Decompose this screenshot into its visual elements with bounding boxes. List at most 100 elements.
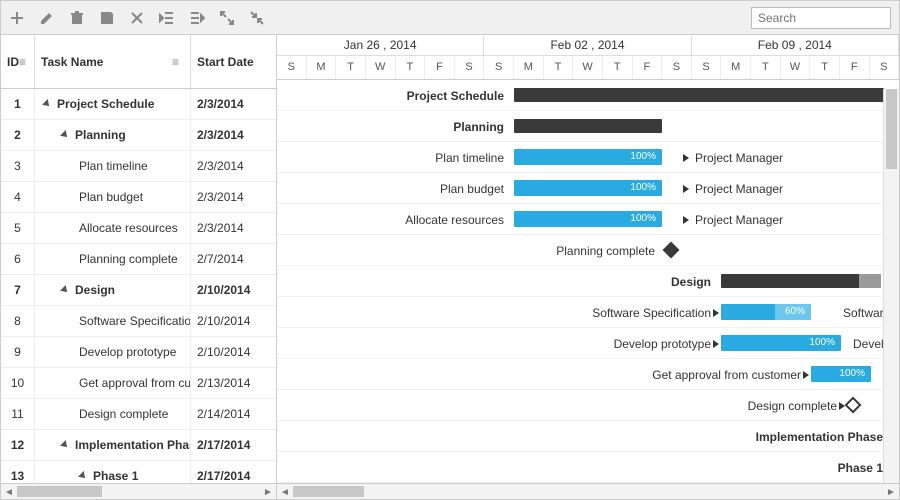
collapse-toggle-icon[interactable] <box>60 285 70 295</box>
table-row[interactable]: 1Project Schedule2/3/2014 <box>1 89 276 120</box>
summary-bar[interactable] <box>514 88 884 102</box>
collapse-icon[interactable] <box>249 10 265 26</box>
table-row[interactable]: 4Plan budget2/3/2014 <box>1 182 276 213</box>
gantt-body: ID ≡ Task Name ≡ Start Date 1Project Sch… <box>1 35 899 483</box>
table-row[interactable]: 6Planning complete2/7/2014 <box>1 244 276 275</box>
chart-row: Phase 1 <box>277 452 899 483</box>
table-row[interactable]: 2Planning2/3/2014 <box>1 120 276 151</box>
cancel-icon[interactable] <box>129 10 145 26</box>
chart-row: Project Schedule <box>277 80 899 111</box>
chart-row: Planning complete <box>277 235 899 266</box>
dependency-arrow-icon <box>683 216 689 224</box>
task-bar[interactable]: 100% <box>811 366 871 382</box>
day-header: F <box>425 56 455 79</box>
menu-icon[interactable]: ≡ <box>19 55 28 69</box>
cell-name: Design complete <box>35 399 191 429</box>
table-row[interactable]: 11Design complete2/14/2014 <box>1 399 276 430</box>
cell-date: 2/3/2014 <box>191 89 275 119</box>
task-bar[interactable]: 100% <box>514 180 662 196</box>
col-date[interactable]: Start Date <box>191 35 275 88</box>
row-label: Allocate resources <box>405 204 504 235</box>
outdent-icon[interactable] <box>159 10 175 26</box>
resource-label: Project Manager <box>695 173 783 204</box>
dependency-arrow-icon <box>683 185 689 193</box>
scroll-right-icon[interactable]: ► <box>260 484 276 500</box>
add-icon[interactable] <box>9 10 25 26</box>
col-name[interactable]: Task Name ≡ <box>35 35 191 88</box>
scroll-left-icon[interactable]: ◄ <box>277 484 293 500</box>
menu-icon[interactable]: ≡ <box>172 55 184 69</box>
task-bar[interactable]: 100% <box>721 335 841 351</box>
chart-row: Plan budget100%Project Manager <box>277 173 899 204</box>
cell-name: Phase 1 <box>35 461 191 483</box>
collapse-toggle-icon[interactable] <box>42 99 52 109</box>
col-id[interactable]: ID ≡ <box>1 35 35 88</box>
dependency-arrow-icon <box>713 309 719 317</box>
row-label: Design <box>671 266 711 297</box>
grid-hscroll[interactable]: ◄ ► <box>1 484 277 499</box>
expand-icon[interactable] <box>219 10 235 26</box>
chart-rows[interactable]: Project SchedulePlanningPlan timeline100… <box>277 80 899 483</box>
save-icon[interactable] <box>99 10 115 26</box>
task-bar[interactable]: 100% <box>514 211 662 227</box>
cell-date: 2/17/2014 <box>191 461 275 483</box>
indent-icon[interactable] <box>189 10 205 26</box>
scroll-thumb[interactable] <box>17 486 102 497</box>
delete-icon[interactable] <box>69 10 85 26</box>
scroll-thumb[interactable] <box>293 486 364 497</box>
scroll-thumb[interactable] <box>886 89 897 169</box>
task-bar[interactable]: 60% <box>721 304 811 320</box>
row-label: Software Specification <box>592 297 711 328</box>
row-label: Develop prototype <box>614 328 711 359</box>
day-header: T <box>544 56 574 79</box>
cell-id: 2 <box>1 120 35 150</box>
collapse-toggle-icon[interactable] <box>60 130 70 140</box>
dependency-arrow-icon <box>713 340 719 348</box>
scroll-right-icon[interactable]: ► <box>883 484 899 500</box>
table-row[interactable]: 5Allocate resources2/3/2014 <box>1 213 276 244</box>
col-name-label: Task Name <box>41 55 103 69</box>
summary-bar[interactable] <box>514 119 662 133</box>
cell-name: Design <box>35 275 191 305</box>
chart-row: Develop prototype100%Developer <box>277 328 899 359</box>
toolbar <box>1 1 899 35</box>
cell-date: 2/13/2014 <box>191 368 275 398</box>
col-date-label: Start Date <box>197 55 254 69</box>
table-row[interactable]: 10Get approval from customer2/13/2014 <box>1 368 276 399</box>
cell-date: 2/14/2014 <box>191 399 275 429</box>
cell-name: Get approval from customer <box>35 368 191 398</box>
summary-bar[interactable] <box>721 274 881 288</box>
cell-id: 5 <box>1 213 35 243</box>
vertical-scrollbar[interactable] <box>883 89 899 483</box>
chart-row: Allocate resources100%Project Manager <box>277 204 899 235</box>
cell-name: Develop prototype <box>35 337 191 367</box>
row-label: Planning <box>453 111 504 142</box>
table-row[interactable]: 8Software Specification2/10/2014 <box>1 306 276 337</box>
edit-icon[interactable] <box>39 10 55 26</box>
cell-name: Software Specification <box>35 306 191 336</box>
scroll-left-icon[interactable]: ◄ <box>1 484 17 500</box>
cell-date: 2/3/2014 <box>191 213 275 243</box>
day-header: F <box>633 56 663 79</box>
progress-label: 60% <box>785 306 805 317</box>
table-row[interactable]: 3Plan timeline2/3/2014 <box>1 151 276 182</box>
day-header: M <box>721 56 751 79</box>
table-row[interactable]: 7Design2/10/2014 <box>1 275 276 306</box>
chart-row: Plan timeline100%Project Manager <box>277 142 899 173</box>
search-input[interactable] <box>751 7 891 29</box>
dependency-arrow-icon <box>803 371 809 379</box>
table-row[interactable]: 12Implementation Phase2/17/2014 <box>1 430 276 461</box>
row-label: Project Schedule <box>407 80 504 111</box>
progress-label: 100% <box>839 368 865 379</box>
row-label: Implementation Phase <box>756 421 883 452</box>
milestone-icon[interactable] <box>845 397 862 414</box>
table-row[interactable]: 13Phase 12/17/2014 <box>1 461 276 483</box>
collapse-toggle-icon[interactable] <box>60 440 70 450</box>
chart-hscroll[interactable]: ◄ ► <box>277 484 899 499</box>
cell-id: 13 <box>1 461 35 483</box>
cell-id: 12 <box>1 430 35 460</box>
collapse-toggle-icon[interactable] <box>78 471 88 481</box>
task-bar[interactable]: 100% <box>514 149 662 165</box>
milestone-icon[interactable] <box>663 242 680 259</box>
table-row[interactable]: 9Develop prototype2/10/2014 <box>1 337 276 368</box>
